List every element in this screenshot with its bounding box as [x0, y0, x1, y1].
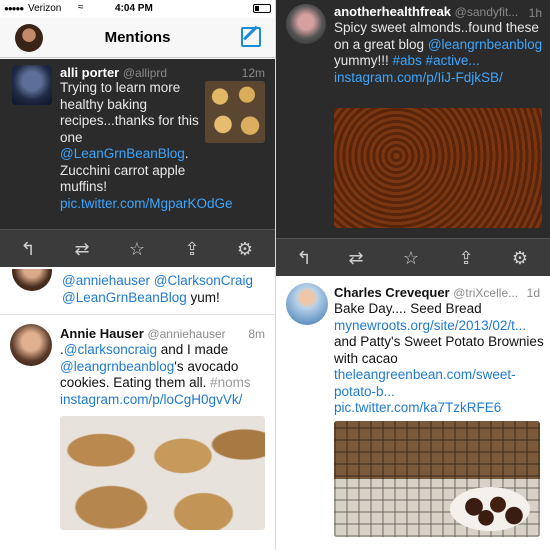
mention-link[interactable]: @leangrnbeanblog: [60, 359, 174, 374]
settings-icon[interactable]: ⚙: [235, 239, 255, 259]
author-handle: @alliprd: [122, 66, 168, 80]
author-handle: @triXcelle...: [453, 286, 519, 300]
instagram-link[interactable]: instagram.com/p/loCgH0gvVk/: [60, 392, 242, 407]
tweet-photo[interactable]: [334, 108, 542, 228]
tweet-charles-crevequer[interactable]: Charles Crevequer @triXcelle... 1d Bake …: [276, 277, 550, 550]
tweet-annie-hauser[interactable]: Annie Hauser @anniehauser 8m .@clarksonc…: [0, 316, 275, 550]
tweet-author[interactable]: alli porter @alliprd: [60, 65, 167, 80]
tweet-action-bar: ↰ ⇄ ☆ ⇪ ⚙: [0, 229, 275, 267]
tweet-time: 12m: [241, 66, 265, 80]
mentions-screen: ●●●●● Verizon ≈ 4:04 PM Mentions alli po…: [0, 0, 275, 268]
settings-icon[interactable]: ⚙: [510, 248, 530, 268]
tweet-text: .@clarksoncraig and I made @leangrnbeanb…: [60, 342, 270, 408]
tweet-author[interactable]: Charles Crevequer @triXcelle...: [334, 285, 518, 300]
avatar[interactable]: [10, 324, 52, 366]
page-title: Mentions: [104, 29, 171, 46]
tweet-author[interactable]: anotherhealthfreak @sandyfit...: [334, 4, 518, 19]
tweet-time: 8m: [248, 327, 265, 341]
mention-link[interactable]: @LeanGrnBeanBlog: [62, 290, 187, 305]
retweet-icon[interactable]: ⇄: [72, 239, 92, 259]
tweet-photo[interactable]: [60, 416, 265, 530]
share-icon[interactable]: ⇪: [456, 248, 476, 268]
status-bar: ●●●●● Verizon ≈ 4:04 PM: [0, 0, 275, 18]
tweet-text: Spicy sweet almonds..found these on a gr…: [334, 20, 544, 86]
avatar[interactable]: [286, 283, 328, 325]
mention-link[interactable]: @LeanGrnBeanBlog: [60, 146, 185, 161]
url-link[interactable]: mynewroots.org/site/2013/02/t...: [334, 318, 526, 333]
tweet-thumbnail[interactable]: [205, 81, 265, 143]
instagram-link[interactable]: instagram.com/p/IiJ-FdjkSB/: [334, 70, 503, 85]
timeline-screen: @anniehauser @ClarksonCraig @LeanGrnBean…: [0, 269, 275, 550]
carrier-label: Verizon: [28, 3, 62, 14]
text-segment: Trying to learn more healthy baking reci…: [60, 80, 199, 145]
signal-icon: ●●●●●: [4, 4, 24, 13]
status-time: 4:04 PM: [115, 3, 153, 14]
hashtag[interactable]: #noms: [210, 375, 251, 390]
author-name: Annie Hauser: [60, 326, 144, 341]
text-segment: and Patty's Sweet Potato Brownies with c…: [334, 334, 544, 366]
reply-icon[interactable]: ↰: [18, 239, 38, 259]
text-segment: and I made: [157, 342, 229, 357]
author-name: anotherhealthfreak: [334, 4, 452, 19]
reply-icon[interactable]: ↰: [294, 248, 314, 268]
tweet-detail-screen: anotherhealthfreak @sandyfit... 1h Spicy…: [276, 0, 550, 276]
author-name: Charles Crevequer: [334, 285, 450, 300]
tweet-time: 1h: [528, 6, 542, 20]
avatar[interactable]: [286, 4, 326, 44]
tweet-time: 1d: [526, 286, 540, 300]
mention-link[interactable]: @clarksoncraig: [64, 342, 157, 357]
author-handle: @sandyfit...: [454, 5, 519, 19]
brownies-plate: [450, 487, 530, 531]
favorite-icon[interactable]: ☆: [127, 239, 147, 259]
share-icon[interactable]: ⇪: [182, 239, 202, 259]
nav-bar: Mentions: [0, 18, 275, 58]
tweet-text: @anniehauser @ClarksonCraig @LeanGrnBean…: [62, 273, 270, 306]
mention-link[interactable]: @anniehauser: [62, 273, 150, 288]
author-name: alli porter: [60, 65, 120, 80]
mention-link[interactable]: @ClarksonCraig: [154, 273, 253, 288]
text-segment: Bake Day.... Seed Bread: [334, 301, 482, 316]
tweet-author[interactable]: Annie Hauser @anniehauser: [60, 326, 226, 341]
mention-link[interactable]: @leangrnbeanblog: [428, 37, 542, 52]
pic-link[interactable]: pic.twitter.com/MgparKOdGe: [60, 196, 233, 211]
hashtag-link[interactable]: #abs #active...: [393, 53, 480, 68]
compose-icon[interactable]: [241, 27, 261, 47]
battery-icon: [253, 4, 271, 13]
text-segment: yum!: [186, 289, 220, 305]
text-segment: yummy!!!: [334, 53, 389, 68]
tweet-action-bar: ↰ ⇄ ☆ ⇪ ⚙: [276, 238, 550, 276]
tweet-partial[interactable]: @anniehauser @ClarksonCraig @LeanGrnBean…: [0, 269, 275, 315]
tweet-screen-charles: Charles Crevequer @triXcelle... 1d Bake …: [276, 277, 550, 550]
author-handle: @anniehauser: [147, 327, 226, 341]
tweet-text: Bake Day.... Seed Bread mynewroots.org/s…: [334, 301, 544, 417]
wifi-icon: ≈: [78, 2, 84, 13]
avatar[interactable]: [12, 65, 52, 105]
avatar[interactable]: [12, 269, 52, 291]
tweet-alli-porter[interactable]: alli porter @alliprd 12m Trying to learn…: [0, 59, 275, 229]
pic-link[interactable]: pic.twitter.com/ka7TzkRFE6: [334, 400, 501, 415]
url-link[interactable]: theleangreenbean.com/sweet-potato-b...: [334, 367, 516, 399]
tweet-photo[interactable]: [334, 421, 540, 537]
tweet-text: Trying to learn more healthy baking reci…: [60, 80, 233, 212]
favorite-icon[interactable]: ☆: [401, 248, 421, 268]
retweet-icon[interactable]: ⇄: [346, 248, 366, 268]
